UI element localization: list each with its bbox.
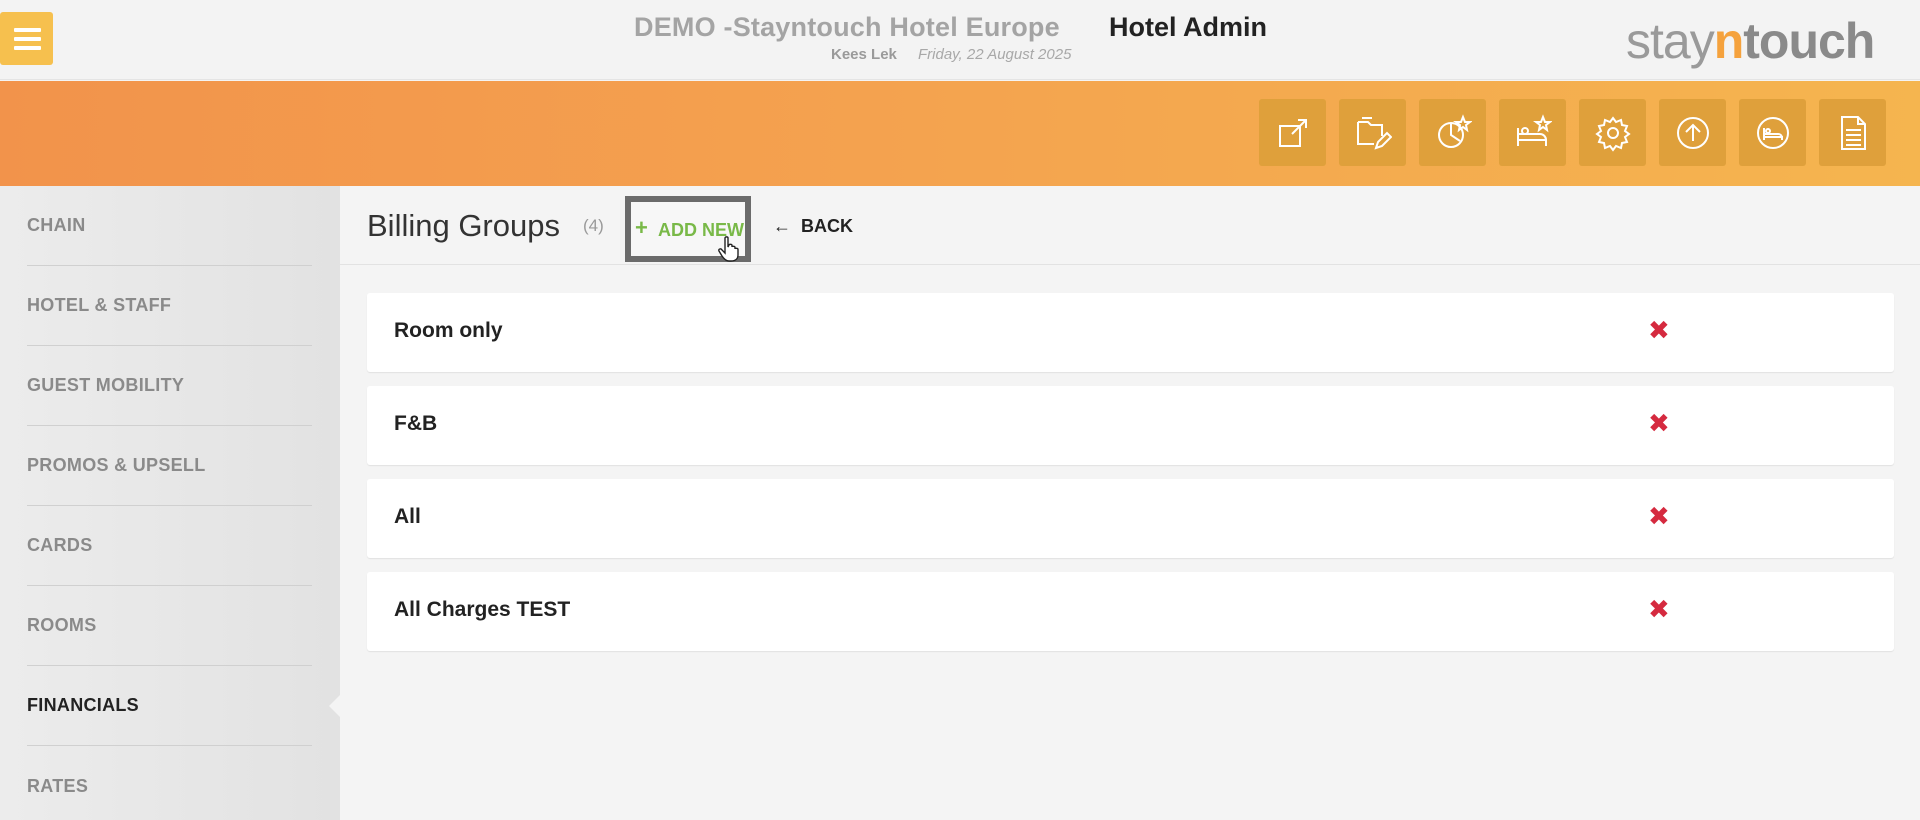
settings-button[interactable]: [1579, 99, 1646, 166]
sidebar-item-cards[interactable]: CARDS: [27, 506, 312, 586]
top-header: DEMO -Stayntouch Hotel Europe Hotel Admi…: [0, 0, 1920, 80]
menu-bar-icon: [14, 28, 41, 32]
menu-bar-icon: [14, 46, 41, 50]
back-arrow-icon: ←: [773, 216, 791, 236]
chart-star-icon: [1437, 113, 1472, 148]
chart-star-button[interactable]: [1419, 99, 1486, 166]
upload-icon: [1676, 116, 1709, 149]
hotel-name: DEMO -Stayntouch Hotel Europe: [634, 12, 1060, 42]
upload-button[interactable]: [1659, 99, 1726, 166]
stayntouch-logo: stayntouch: [1626, 13, 1875, 69]
sidebar-item-financials[interactable]: FINANCIALS: [27, 666, 312, 746]
billing-group-row[interactable]: Room only ✖: [367, 293, 1894, 372]
delete-icon[interactable]: ✖: [1648, 503, 1670, 529]
delete-icon[interactable]: ✖: [1648, 410, 1670, 436]
billing-group-name: All: [394, 505, 421, 528]
external-link-button[interactable]: [1259, 99, 1326, 166]
bed-icon: [1756, 116, 1789, 149]
folder-edit-icon: [1356, 116, 1392, 150]
menu-bar-icon: [14, 37, 41, 41]
billing-group-name: F&B: [394, 412, 438, 435]
page-title: Billing Groups: [367, 208, 560, 243]
bed-star-button[interactable]: [1499, 99, 1566, 166]
sidebar-item-guest-mobility[interactable]: GUEST MOBILITY: [27, 346, 312, 426]
sidebar-item-promos-upsell[interactable]: PROMOS & UPSELL: [27, 426, 312, 506]
app-title: Hotel Admin: [1109, 12, 1267, 42]
admin-sidebar: CHAIN HOTEL & STAFF GUEST MOBILITY PROMO…: [0, 186, 340, 820]
sidebar-item-rates[interactable]: RATES: [27, 746, 312, 820]
billing-group-name: Room only: [394, 319, 503, 342]
document-button[interactable]: [1819, 99, 1886, 166]
billing-group-row[interactable]: All Charges TEST ✖: [367, 572, 1894, 651]
billing-group-name: All Charges TEST: [394, 598, 571, 621]
back-button[interactable]: ← BACK: [773, 216, 853, 237]
delete-icon[interactable]: ✖: [1648, 596, 1670, 622]
back-label: BACK: [801, 216, 853, 236]
main-content: Billing Groups (4) + ADD NEW ← BACK Room …: [340, 186, 1920, 820]
item-count: (4): [583, 216, 604, 235]
external-link-icon: [1278, 118, 1307, 147]
hand-cursor-icon: [718, 236, 739, 262]
document-icon: [1840, 115, 1866, 150]
header-divider: [340, 264, 1920, 265]
delete-icon[interactable]: ✖: [1648, 317, 1670, 343]
billing-group-row[interactable]: All ✖: [367, 479, 1894, 558]
sidebar-item-chain[interactable]: CHAIN: [27, 186, 312, 266]
plus-icon: +: [635, 215, 648, 240]
bed-star-icon: [1516, 113, 1552, 146]
sidebar-item-hotel-staff[interactable]: HOTEL & STAFF: [27, 266, 312, 346]
bed-button[interactable]: [1739, 99, 1806, 166]
hamburger-menu-button[interactable]: [0, 12, 53, 65]
toolbar-band: [0, 81, 1920, 186]
folder-edit-button[interactable]: [1339, 99, 1406, 166]
gear-icon: [1594, 115, 1631, 152]
user-name: Kees Lek: [831, 46, 897, 63]
business-date: Friday, 22 August 2025: [918, 46, 1072, 63]
billing-group-row[interactable]: F&B ✖: [367, 386, 1894, 465]
sidebar-item-rooms[interactable]: ROOMS: [27, 586, 312, 666]
